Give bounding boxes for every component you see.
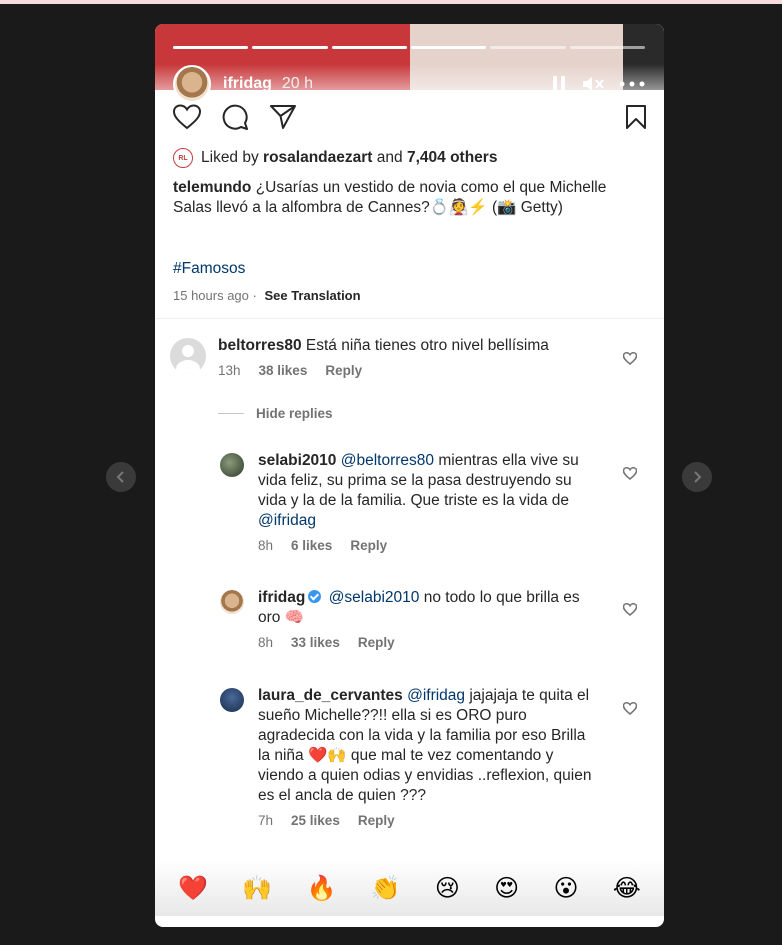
reaction-surprised[interactable]: 😮 (553, 874, 578, 902)
post-time: 15 hours ago (173, 288, 249, 303)
heart-icon[interactable] (623, 702, 637, 715)
next-story-button[interactable] (682, 462, 712, 492)
reaction-clap[interactable]: 👏 (371, 874, 401, 902)
story-viewer: ifridag 20 h RL Liked by rosalandaezart … (155, 24, 664, 927)
reply-button[interactable]: Reply (358, 813, 395, 828)
reaction-cry[interactable]: 😢 (435, 874, 460, 902)
comment-time: 8h (258, 635, 274, 650)
story-time: 20 h (281, 75, 314, 92)
chevron-left-icon (116, 471, 124, 483)
likes-summary[interactable]: RL Liked by rosalandaezart and 7,404 oth… (173, 148, 497, 168)
comment: beltorres80 Está niña tienes otro nivel … (170, 336, 600, 378)
comment-time: 8h (258, 538, 274, 553)
story-progress (173, 46, 645, 49)
reply: selabi2010 @beltorres80 mientras ella vi… (220, 451, 600, 553)
comment-likes[interactable]: 6 likes (291, 538, 332, 553)
verified-badge-icon (308, 590, 322, 603)
comment-text: no todo lo que brilla es oro 🧠 (258, 589, 580, 626)
heart-icon[interactable] (623, 603, 637, 616)
reply-button[interactable]: Reply (325, 363, 362, 378)
comment-username[interactable]: beltorres80 (218, 337, 302, 354)
post-actions (173, 102, 647, 132)
avatar[interactable] (220, 453, 244, 477)
reaction-raised-hands[interactable]: 🙌 (242, 874, 272, 902)
reaction-heart-eyes[interactable]: 😍 (494, 874, 519, 902)
hide-replies-button[interactable]: Hide replies (218, 406, 333, 421)
comment-likes[interactable]: 25 likes (291, 813, 340, 828)
prev-story-button[interactable] (106, 462, 136, 492)
more-icon[interactable] (619, 81, 645, 87)
quick-reactions: ❤️ 🙌 🔥 👏 😢 😍 😮 😂 (155, 860, 664, 916)
mention-link[interactable]: @selabi2010 (329, 589, 420, 606)
avatar[interactable] (170, 338, 206, 374)
reply: laura_de_cervantes @ifridag jajajaja te … (220, 686, 600, 828)
comment-username[interactable]: selabi2010 (258, 452, 336, 469)
comment-time: 7h (258, 813, 274, 828)
send-icon[interactable] (269, 104, 297, 130)
reply-button[interactable]: Reply (350, 538, 387, 553)
comment-text: Está niña tienes otro nivel bellísima (305, 337, 549, 354)
comment-likes[interactable]: 38 likes (259, 363, 308, 378)
mute-icon[interactable] (581, 74, 605, 94)
mention-link[interactable]: @ifridag (407, 687, 465, 704)
see-translation-link[interactable]: See Translation (264, 288, 360, 303)
avatar[interactable] (220, 590, 244, 614)
comment-time: 13h (218, 363, 241, 378)
hashtag-link[interactable]: #Famosos (173, 260, 245, 278)
reaction-heart[interactable]: ❤️ (178, 874, 208, 902)
comment-likes[interactable]: 33 likes (291, 635, 340, 650)
reply: ifridag @selabi2010 no todo lo que brill… (220, 588, 600, 650)
caption-username[interactable]: telemundo (173, 179, 251, 196)
avatar[interactable] (173, 65, 211, 103)
heart-icon[interactable] (623, 352, 637, 365)
reply-button[interactable]: Reply (358, 635, 395, 650)
comment-username[interactable]: ifridag (258, 589, 305, 606)
mention-link[interactable]: @ifridag (258, 512, 316, 529)
comment-username[interactable]: laura_de_cervantes (258, 687, 403, 704)
mention-link[interactable]: @beltorres80 (341, 452, 434, 469)
comment-text: jajajaja te quita el sueño Michelle??!! … (258, 687, 592, 804)
heart-icon[interactable] (173, 104, 201, 130)
story-username[interactable]: ifridag (223, 75, 272, 93)
post-meta: 15 hours ago · See Translation (173, 288, 361, 303)
reaction-fire[interactable]: 🔥 (306, 874, 336, 902)
pause-icon[interactable] (551, 75, 567, 93)
chevron-right-icon (694, 471, 702, 483)
bookmark-icon[interactable] (625, 104, 647, 130)
post-caption: telemundo ¿Usarías un vestido de novia c… (173, 178, 643, 218)
heart-icon[interactable] (623, 467, 637, 480)
top-strip (0, 0, 782, 4)
liker-avatar: RL (173, 148, 193, 168)
reaction-laugh[interactable]: 😂 (613, 874, 641, 902)
comment-icon[interactable] (221, 103, 249, 131)
avatar[interactable] (220, 688, 244, 712)
divider (155, 318, 664, 319)
story-header: ifridag 20 h (173, 65, 645, 103)
